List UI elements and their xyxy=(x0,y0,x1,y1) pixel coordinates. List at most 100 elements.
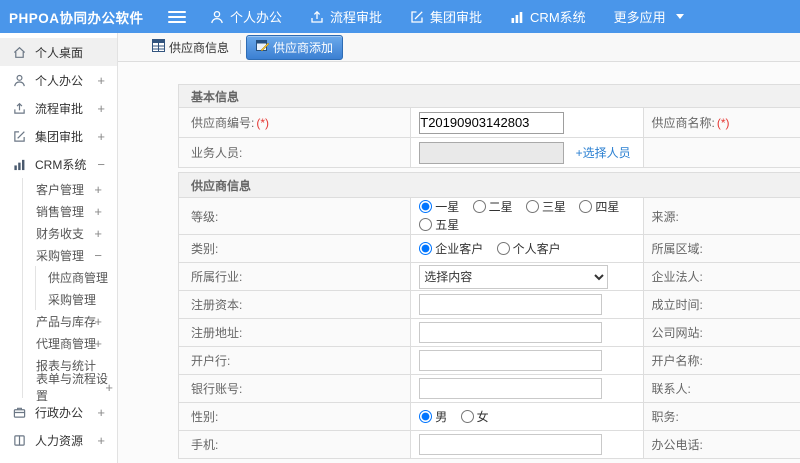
nav-item-crm-system[interactable]: CRM系统 xyxy=(510,7,586,26)
registered-address-input[interactable] xyxy=(419,322,603,343)
expand-icon[interactable]: + xyxy=(97,73,105,88)
top-header: PHPOA协同办公软件 个人办公 流程审批 集团审批 CRM系统 更多应用 xyxy=(0,0,800,33)
supplier-code-input[interactable] xyxy=(419,111,565,134)
sidebar-item-label: 个人桌面 xyxy=(35,45,84,60)
sidebar-item-agent-mgmt[interactable]: 代理商管理 + xyxy=(23,332,117,354)
hamburger-menu-icon[interactable] xyxy=(168,8,186,26)
expand-icon[interactable]: + xyxy=(97,433,105,448)
user-icon xyxy=(210,10,224,24)
expand-icon[interactable]: + xyxy=(94,336,102,351)
radio-input[interactable] xyxy=(460,409,474,423)
radio-input[interactable] xyxy=(419,409,433,423)
collapse-icon[interactable]: − xyxy=(97,157,105,172)
sidebar-item-purchase-mgmt[interactable]: 采购管理 − xyxy=(23,244,117,266)
expand-icon[interactable]: + xyxy=(94,182,102,197)
radio-option[interactable]: 二星 xyxy=(472,198,513,215)
field-label: 注册资本: xyxy=(178,290,412,319)
nav-label: CRM系统 xyxy=(530,10,586,25)
field-label: 办公电话: xyxy=(642,430,800,459)
radio-option[interactable]: 五星 xyxy=(419,216,459,233)
sidebar-item-label: 个人办公 xyxy=(35,73,84,88)
nav-label: 流程审批 xyxy=(330,10,383,25)
field-label: 联系人: xyxy=(642,374,800,403)
expand-icon[interactable]: + xyxy=(97,405,105,420)
field-label: 成立时间: xyxy=(642,290,800,319)
expand-icon[interactable]: + xyxy=(94,226,102,241)
radio-label: 四星 xyxy=(595,200,620,214)
sidebar-item-admin-office[interactable]: 行政办公 + xyxy=(0,398,117,426)
sidebar-item-purchase-mgmt-sub[interactable]: 采购管理 xyxy=(36,288,117,310)
nav-item-more-apps[interactable]: 更多应用 xyxy=(614,7,684,26)
radio-label: 二星 xyxy=(488,200,513,214)
nav-item-process-approval[interactable]: 流程审批 xyxy=(310,7,382,26)
radio-option[interactable]: 女 xyxy=(460,408,489,425)
table-row: 供应商编号:(*) 供应商名称:(*) xyxy=(178,107,800,138)
registered-capital-input[interactable] xyxy=(419,294,603,315)
nav-label: 更多应用 xyxy=(613,10,666,25)
table-row: 银行账号: 联系人: xyxy=(178,374,800,403)
radio-option[interactable]: 个人客户 xyxy=(496,240,561,257)
basic-info-table: 基本信息 供应商编号:(*) 供应商名称:(*) 业务人员: xyxy=(178,84,800,168)
field-label: 企业法人: xyxy=(642,262,800,291)
radio-option[interactable]: 男 xyxy=(419,408,447,425)
bank-account-input[interactable] xyxy=(419,378,603,399)
sidebar-item-label: 客户管理 xyxy=(36,182,85,197)
required-mark: (*) xyxy=(256,116,270,130)
sidebar-item-form-flow-settings[interactable]: 表单与流程设置 + xyxy=(23,372,117,403)
sidebar-item-supplier-mgmt[interactable]: 供应商管理 xyxy=(36,266,117,288)
nav-item-personal-office[interactable]: 个人办公 xyxy=(210,7,282,26)
field-label: 业务人员: xyxy=(178,137,412,168)
expand-icon[interactable]: + xyxy=(94,204,102,219)
radio-label: 女 xyxy=(476,409,489,424)
radio-input[interactable] xyxy=(472,200,486,213)
sidebar-item-label: 流程审批 xyxy=(35,101,84,116)
sidebar-item-sales-mgmt[interactable]: 销售管理 + xyxy=(23,200,117,222)
radio-input[interactable] xyxy=(579,200,593,213)
radio-input[interactable] xyxy=(419,218,433,231)
sidebar-item-process-approval[interactable]: 流程审批 + xyxy=(0,94,117,122)
caret-down-icon xyxy=(675,14,684,19)
field-label: 银行账号: xyxy=(178,374,412,403)
sidebar-item-crm-system[interactable]: CRM系统 − xyxy=(0,150,117,178)
tab-supplier-info[interactable]: 供应商信息 xyxy=(146,36,235,59)
sidebar-item-group-approval[interactable]: 集团审批 + xyxy=(0,122,117,150)
field-label: 注册地址: xyxy=(178,318,412,347)
select-staff-link[interactable]: +选择人员 xyxy=(576,146,631,160)
radio-option[interactable]: 一星 xyxy=(419,198,459,215)
field-label: 性别: xyxy=(178,402,412,431)
grade-radio-group: 一星 二星 三星 四星 五星 xyxy=(410,197,644,235)
supplier-info-table: 供应商信息 等级: 一星 二星 三星 四星 五星 来源: 类别: 企业客户 个人… xyxy=(178,172,800,459)
bank-branch-input[interactable] xyxy=(419,350,603,371)
sidebar-item-label: 人力资源 xyxy=(35,433,84,448)
tab-supplier-add[interactable]: 供应商添加 xyxy=(246,34,344,60)
sidebar-item-product-inventory[interactable]: 产品与库存 + xyxy=(23,310,117,332)
radio-input[interactable] xyxy=(419,241,433,255)
expand-icon[interactable]: + xyxy=(94,314,102,329)
industry-select[interactable]: 选择内容 xyxy=(419,264,609,289)
process-icon xyxy=(13,102,28,115)
nav-item-group-approval[interactable]: 集团审批 xyxy=(410,7,482,26)
table-icon xyxy=(152,39,165,55)
radio-input[interactable] xyxy=(419,200,433,213)
sidebar-item-finance[interactable]: 财务收支 + xyxy=(23,222,117,244)
radio-input[interactable] xyxy=(496,241,510,255)
expand-icon[interactable]: + xyxy=(97,129,105,144)
sidebar-item-personal-office[interactable]: 个人办公 + xyxy=(0,66,117,94)
mobile-input[interactable] xyxy=(419,434,603,455)
main-content: 供应商信息 供应商添加 基本信息 供应商编号: (*) T20190903142… xyxy=(118,33,800,463)
sidebar-item-label: 财务收支 xyxy=(36,226,85,241)
radio-input[interactable] xyxy=(525,200,539,213)
expand-icon[interactable]: + xyxy=(105,380,113,395)
crm-submenu: 客户管理 + 销售管理 + 财务收支 + 采购管理 − 供应商管理 采购管理 产… xyxy=(22,178,117,403)
sidebar-item-personal-desktop[interactable]: 个人桌面 xyxy=(0,38,117,66)
required-mark: (*) xyxy=(716,116,730,130)
tab-bar: 供应商信息 供应商添加 xyxy=(118,33,800,62)
radio-option[interactable]: 四星 xyxy=(579,198,619,215)
expand-icon[interactable]: + xyxy=(97,101,105,116)
sidebar-item-hr[interactable]: 人力资源 + xyxy=(0,426,117,454)
radio-option[interactable]: 三星 xyxy=(525,198,566,215)
collapse-icon[interactable]: − xyxy=(94,248,102,263)
sidebar-item-customer-mgmt[interactable]: 客户管理 + xyxy=(23,178,117,200)
radio-option[interactable]: 企业客户 xyxy=(419,240,483,257)
hr-icon xyxy=(13,434,28,447)
